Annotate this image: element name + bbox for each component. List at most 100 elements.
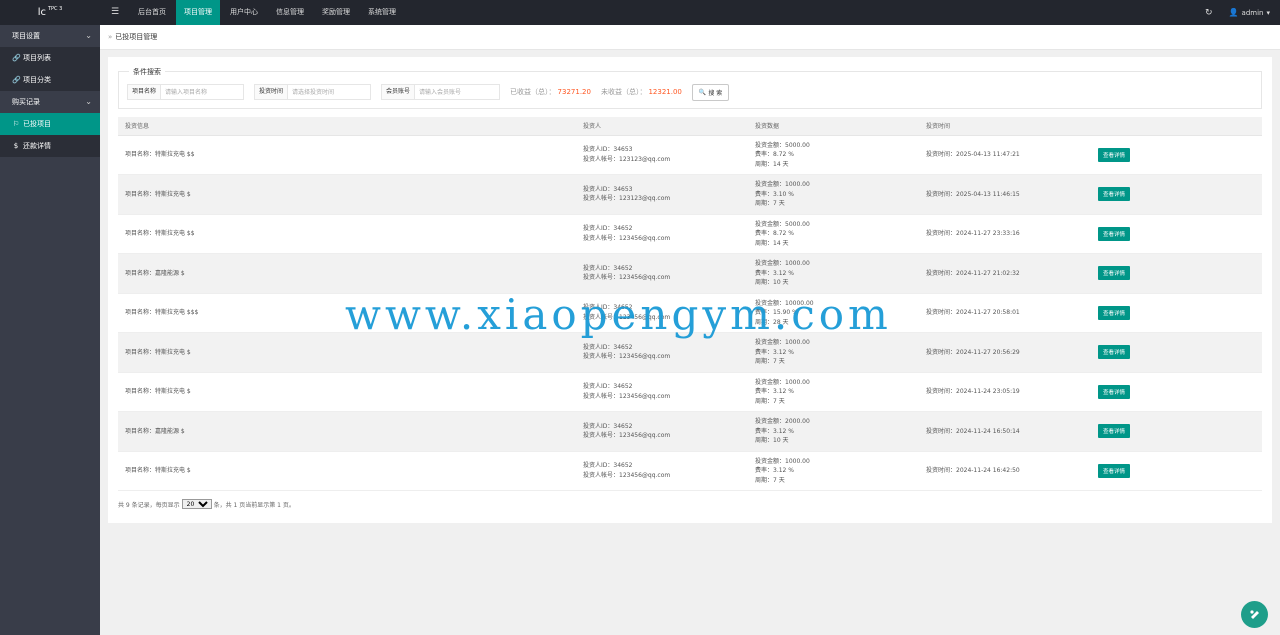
pending-total: 未收益（总）： 12321.00 [601,87,682,97]
menu-toggle-icon[interactable]: ☰ [100,0,130,25]
top-nav: 后台首页 项目管理 用户中心 信息管理 奖励管理 系统管理 [130,0,406,25]
cell-actions: 查看详情 [1091,174,1262,215]
cell-investor: 投资人ID：34652 投资人帐号：123456@qq.com [576,372,748,412]
project-name-input[interactable] [160,84,245,100]
table-row: 项目名称：特斯拉充电 $ 投资人ID：34652 投资人帐号：123456@qq.c… [118,451,1262,491]
view-detail-button[interactable]: 查看详情 [1098,226,1131,241]
view-detail-button[interactable]: 查看详情 [1098,187,1131,202]
investor-account: 投资人帐号：123456@qq.com [583,471,671,479]
view-detail-button[interactable]: 查看详情 [1098,266,1131,281]
cell-project: 项目名称：嘉隆能源 $ [118,253,576,294]
invest-time-input[interactable] [287,84,372,100]
col-header-investment-data: 投资数据 [748,117,919,136]
nav-user-center[interactable]: 用户中心 [222,0,266,25]
breadcrumb-current[interactable]: 已投项目管理 [115,33,157,41]
pager-prefix: 共 9 条记录，每页显示 [118,501,180,509]
link-icon: 🔗 [12,54,21,62]
user-menu[interactable]: 👤 admin ▾ [1229,8,1270,17]
sidebar-item-project-category[interactable]: 🔗 项目分类 [0,69,100,91]
invest-time: 投资时间：2024-11-24 23:05:19 [926,388,1020,395]
cell-investment-time: 投资时间：2024-11-24 23:05:19 [919,372,1091,412]
table-row: 项目名称：特斯拉充电 $$ 投资人ID：34653 投资人帐号：123123@qq.… [118,135,1262,175]
cell-actions: 查看详情 [1091,253,1262,294]
cell-investment-data: 投资金额：2000.00 费率：3.12 % 周期：10 天 [748,411,919,452]
chevron-down-icon: ⌄ [85,31,92,40]
filter-title: 条件搜索 [129,67,165,77]
assistant-float-button[interactable] [1241,601,1268,628]
sidebar-group-purchase-records[interactable]: 购买记录 ⌄ [0,91,100,113]
nav-system-management[interactable]: 系统管理 [360,0,404,25]
cell-investor: 投资人ID：34652 投资人帐号：123456@qq.com [576,214,748,254]
view-detail-button[interactable]: 查看详情 [1098,424,1131,439]
investor-id: 投资人ID：34652 [583,422,633,430]
cell-investment-time: 投资时间：2024-11-27 21:02:32 [919,253,1091,294]
invest-amount: 投资金额：1000.00 [755,181,810,188]
sidebar-group-project-settings[interactable]: 项目设置 ⌄ [0,25,100,47]
nav-project-management[interactable]: 项目管理 [176,0,220,25]
invest-rate: 费率：3.12 % [755,269,794,277]
investor-account: 投资人帐号：123123@qq.com [583,195,671,203]
link-icon: 🔗 [12,76,21,84]
invest-time: 投资时间：2025-04-13 11:47:21 [926,151,1020,158]
investor-account: 投资人帐号：123456@qq.com [583,432,671,440]
project-name: 项目名称：嘉隆能源 $ [125,427,185,435]
member-account-input[interactable] [414,84,501,100]
sidebar-item-label: 项目分类 [23,76,51,84]
breadcrumb: » 已投项目管理 [100,25,1280,50]
member-account-group: 会员账号 [381,84,501,100]
cell-project: 项目名称：特斯拉充电 $ [118,372,576,412]
col-header-investment-info: 投资信息 [118,117,576,136]
cell-actions: 查看详情 [1091,372,1262,412]
view-detail-button[interactable]: 查看详情 [1098,305,1131,320]
cell-investment-data: 投资金额：5000.00 费率：8.72 % 周期：14 天 [748,214,919,254]
view-detail-button[interactable]: 查看详情 [1098,384,1131,399]
cell-investor: 投资人ID：34653 投资人帐号：123123@qq.com [576,135,748,175]
cell-investment-data: 投资金额：1000.00 费率：3.12 % 周期：10 天 [748,253,919,294]
investor-id: 投资人ID：34652 [583,343,633,351]
table-header-row: 投资信息 投资人 投资数据 投资时间 [118,117,1262,136]
invest-period: 周期：10 天 [755,437,789,444]
invest-amount: 投资金额：1000.00 [755,457,810,465]
view-detail-button[interactable]: 查看详情 [1098,463,1131,478]
view-detail-button[interactable]: 查看详情 [1098,345,1131,360]
cell-investment-data: 投资金额：5000.00 费率：8.72 % 周期：14 天 [748,135,919,175]
investor-id: 投资人ID：34652 [583,264,633,272]
invest-rate: 费率：3.12 % [755,348,794,356]
investor-id: 投资人ID：34652 [583,225,633,233]
per-page-select[interactable]: 20 [181,499,212,509]
investor-account: 投资人帐号：123456@qq.com [583,353,671,361]
cell-actions: 查看详情 [1091,214,1262,254]
search-button[interactable]: 🔍 搜 索 [691,83,730,101]
invest-period: 周期：7 天 [755,397,785,405]
chevron-down-icon: ⌄ [85,97,92,106]
pending-label: 未收益（总）： [600,88,647,96]
nav-home[interactable]: 后台首页 [130,0,174,25]
nav-reward-management[interactable]: 奖励管理 [314,0,358,25]
app-logo[interactable]: lc TPC 3 [0,0,100,25]
project-name: 项目名称：特斯拉充电 $ [125,388,191,395]
sidebar-item-project-list[interactable]: 🔗 项目列表 [0,47,100,69]
project-name: 项目名称：嘉隆能源 $ [125,269,185,277]
table-row: 项目名称：嘉隆能源 $ 投资人ID：34652 投资人帐号：123456@qq.co… [118,411,1262,452]
invest-period: 周期：10 天 [755,279,789,286]
investor-account: 投资人帐号：123123@qq.com [583,155,671,163]
invest-rate: 费率：8.72 % [755,151,794,158]
sidebar-item-label: 已投项目 [23,120,51,128]
sidebar-submenu: ⚐ 已投项目 $ 还款详情 [0,113,100,157]
nav-info-management[interactable]: 信息管理 [268,0,312,25]
project-name: 项目名称：特斯拉充电 $ [125,348,191,356]
invest-time: 投资时间：2024-11-24 16:42:50 [926,467,1020,474]
invest-amount: 投资金额：1000.00 [755,260,810,267]
invest-amount: 投资金额：5000.00 [755,220,810,228]
cell-investment-time: 投资时间：2025-04-13 11:46:15 [919,174,1091,215]
pending-value: 12321.00 [648,88,682,96]
sidebar-item-invested-projects[interactable]: ⚐ 已投项目 [0,113,100,135]
logo-version: TPC 3 [47,6,63,12]
table-row: 项目名称：特斯拉充电 $$ 投资人ID：34652 投资人帐号：123456@qq.… [118,214,1262,254]
view-detail-button[interactable]: 查看详情 [1098,147,1131,162]
refresh-icon[interactable]: ↻ [1205,8,1213,18]
sidebar-item-repayment-details[interactable]: $ 还款详情 [0,135,100,157]
cell-project: 项目名称：特斯拉充电 $$ [118,214,576,254]
invest-time: 投资时间：2024-11-24 16:50:14 [926,427,1020,435]
invest-period: 周期：7 天 [755,200,785,207]
